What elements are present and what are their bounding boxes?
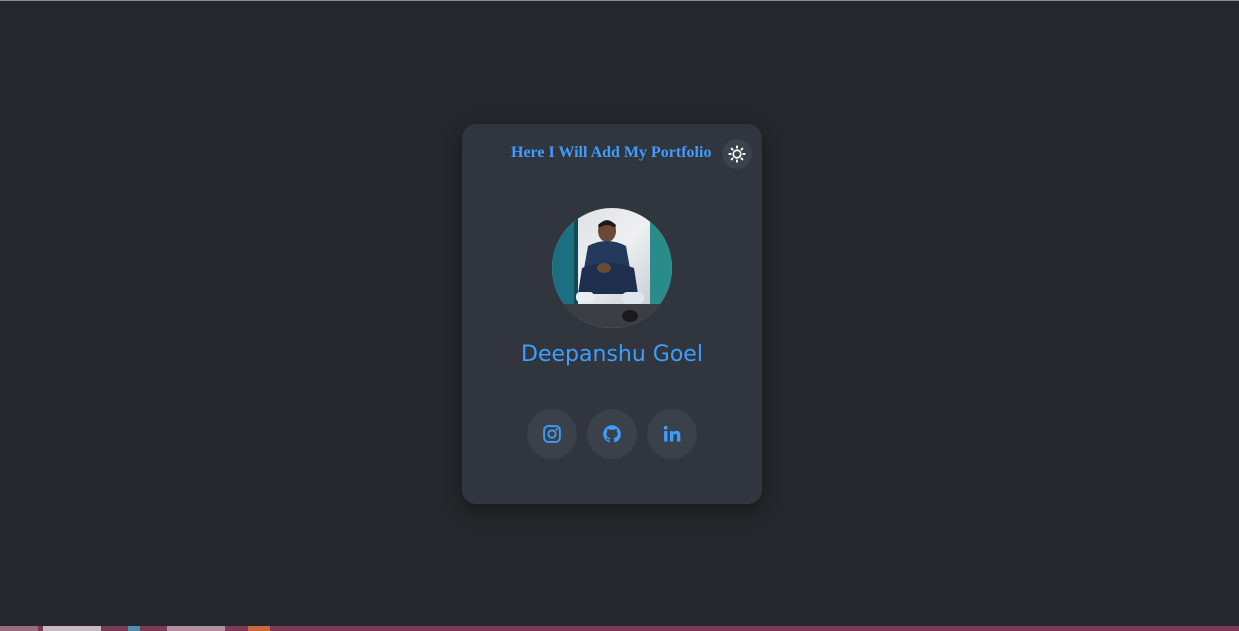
taskbar-item[interactable] [43, 626, 101, 631]
taskbar-item[interactable] [248, 626, 270, 631]
instagram-icon [543, 425, 561, 443]
linkedin-button[interactable] [647, 409, 697, 459]
sun-icon [728, 145, 746, 163]
linkedin-icon [663, 425, 681, 442]
taskbar-item[interactable] [0, 626, 38, 631]
taskbar-item[interactable] [128, 626, 140, 631]
taskbar-strip [0, 626, 1239, 631]
window-top-border [0, 0, 1239, 1]
profile-photo [552, 208, 672, 328]
taskbar-item[interactable] [167, 626, 225, 631]
github-icon [603, 425, 621, 443]
theme-toggle-button[interactable] [722, 139, 752, 169]
profile-card: Here I Will Add My Portfolio Deepanshu G… [462, 124, 762, 504]
social-links [527, 409, 697, 459]
instagram-button[interactable] [527, 409, 577, 459]
github-button[interactable] [587, 409, 637, 459]
profile-name: Deepanshu Goel [521, 342, 703, 367]
card-title: Here I Will Add My Portfolio [511, 144, 712, 161]
avatar [552, 208, 672, 328]
